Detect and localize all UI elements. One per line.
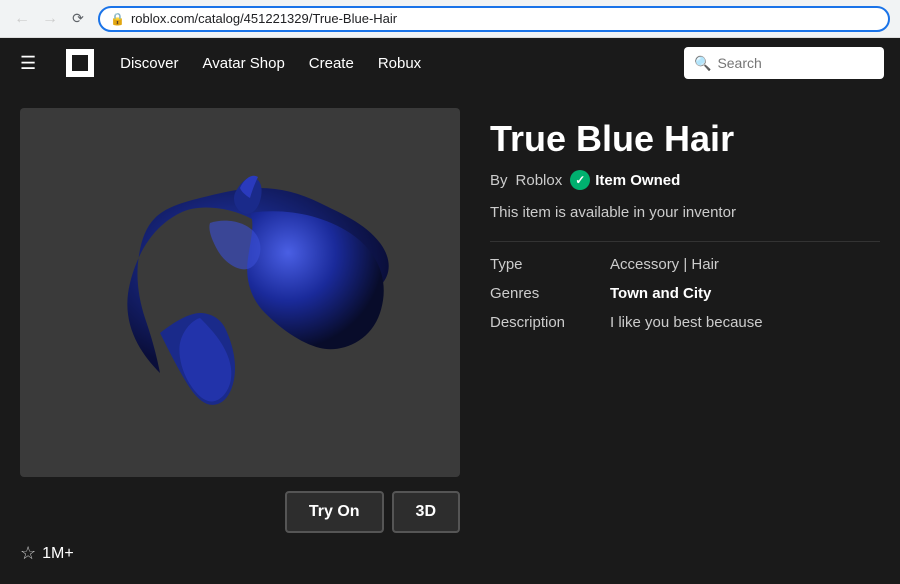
address-bar[interactable]: 🔒 roblox.com/catalog/451221329/True-Blue… (98, 6, 890, 32)
item-creator: By Roblox ✓ Item Owned (490, 170, 880, 190)
refresh-button[interactable]: ⟳ (66, 7, 90, 31)
meta-label-type: Type (490, 256, 590, 273)
item-meta: Type Accessory | Hair Genres Town and Ci… (490, 256, 880, 331)
nav-avatar-shop[interactable]: Avatar Shop (203, 55, 285, 72)
meta-value-genres: Town and City (610, 285, 711, 302)
item-preview-section: Try On 3D ☆ 1M+ (20, 108, 460, 564)
back-button[interactable]: ← (10, 7, 34, 31)
3d-button[interactable]: 3D (392, 491, 460, 533)
item-image-container (20, 108, 460, 477)
star-icon: ☆ (20, 543, 36, 564)
search-icon: 🔍 (694, 55, 711, 72)
meta-label-description: Description (490, 314, 590, 331)
browser-chrome: ← → ⟳ 🔒 roblox.com/catalog/451221329/Tru… (0, 0, 900, 38)
meta-value-description: I like you best because (610, 314, 763, 331)
forward-button[interactable]: → (38, 7, 62, 31)
action-buttons: Try On 3D (20, 491, 460, 533)
owned-check-icon: ✓ (570, 170, 590, 190)
search-box: 🔍 (684, 47, 884, 79)
roblox-logo[interactable] (64, 47, 96, 79)
divider-1 (490, 241, 880, 242)
item-stats: ☆ 1M+ (20, 543, 460, 564)
creator-prefix: By (490, 172, 508, 189)
owned-label: Item Owned (595, 172, 680, 189)
main-content: Try On 3D ☆ 1M+ True Blue Hair By Roblox… (0, 88, 900, 584)
meta-label-genres: Genres (490, 285, 590, 302)
navbar: ☰ Discover Avatar Shop Create Robux 🔍 (0, 38, 900, 88)
hamburger-icon: ☰ (20, 53, 36, 73)
creator-name[interactable]: Roblox (516, 172, 563, 189)
favorites-count: 1M+ (42, 545, 74, 563)
meta-row-type: Type Accessory | Hair (490, 256, 880, 273)
nav-discover[interactable]: Discover (120, 55, 178, 72)
nav-links: Discover Avatar Shop Create Robux (120, 55, 421, 72)
meta-row-description: Description I like you best because (490, 314, 880, 331)
item-availability: This item is available in your inventor (490, 204, 880, 221)
url-text: roblox.com/catalog/451221329/True-Blue-H… (131, 11, 397, 26)
meta-value-type: Accessory | Hair (610, 256, 719, 273)
try-on-button[interactable]: Try On (285, 491, 384, 533)
nav-robux[interactable]: Robux (378, 55, 421, 72)
nav-buttons: ← → ⟳ (10, 7, 90, 31)
item-title: True Blue Hair (490, 118, 880, 160)
hamburger-button[interactable]: ☰ (16, 49, 40, 78)
lock-icon: 🔒 (110, 12, 125, 26)
meta-row-genres: Genres Town and City (490, 285, 880, 302)
item-hair-visual (80, 133, 400, 453)
search-input[interactable] (717, 55, 874, 71)
item-details: True Blue Hair By Roblox ✓ Item Owned Th… (490, 108, 880, 564)
owned-badge: ✓ Item Owned (570, 170, 680, 190)
nav-create[interactable]: Create (309, 55, 354, 72)
